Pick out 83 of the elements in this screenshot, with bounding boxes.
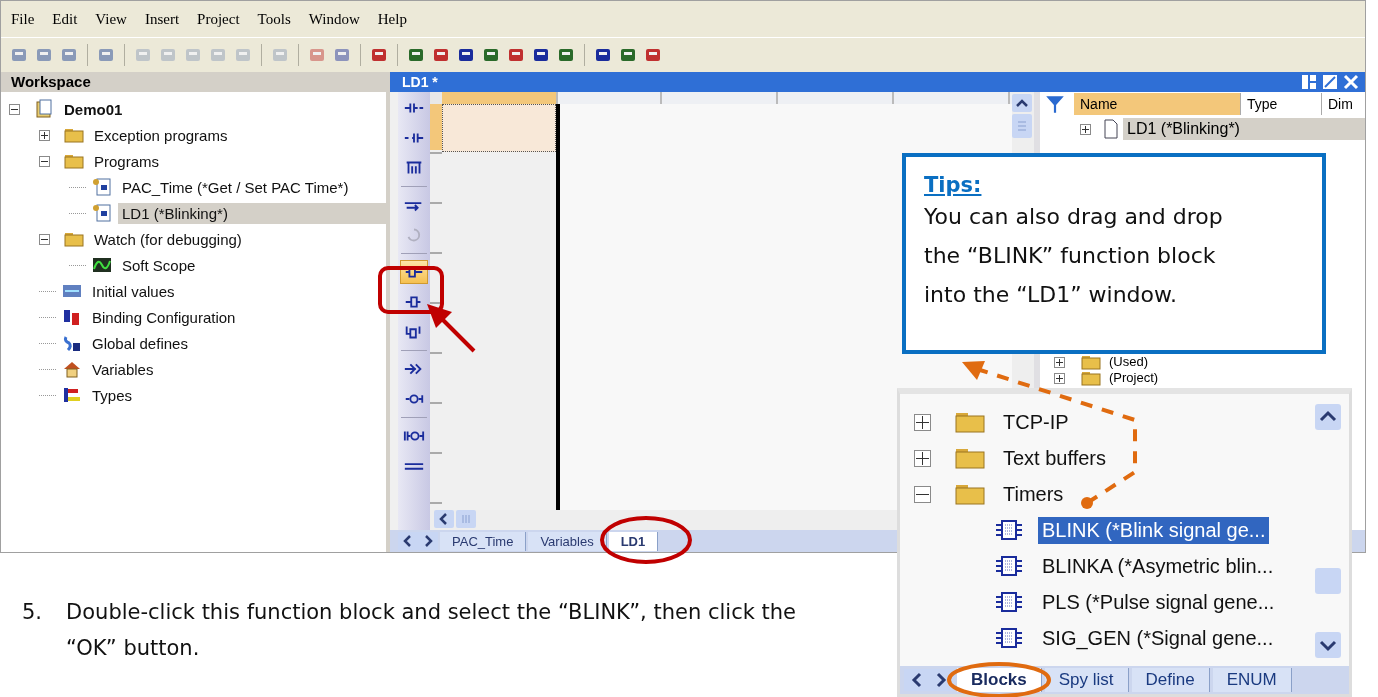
expander-icon[interactable] [1080,123,1091,135]
scroll-down-icon[interactable] [1315,632,1341,658]
expander-icon[interactable] [914,449,931,467]
expander-icon[interactable] [39,233,50,245]
tree-item[interactable]: LD1 (*Blinking*) [118,202,386,224]
tree-item[interactable]: Demo01 [60,98,127,120]
tree-item[interactable]: Programs [90,150,164,172]
menu-item[interactable]: Tools [257,10,291,28]
step-number: 5. [22,599,43,626]
pointer-arrow [427,304,476,353]
expander-icon[interactable] [1054,356,1065,368]
chip-icon [994,519,1024,541]
folder-icon [955,446,985,470]
window-title: LD1 * [402,74,438,90]
highlight-frame [378,266,444,314]
selected-cell[interactable] [442,104,556,152]
expander-icon[interactable] [39,155,50,167]
library-item[interactable]: PLS (*Pulse signal gene... [1038,588,1279,616]
scroll-thumb-icon[interactable] [1315,568,1341,594]
column-header[interactable]: Name [1074,93,1241,115]
library-item[interactable]: BLINK (*Blink signal ge... [1038,516,1270,544]
menu-item[interactable]: View [95,10,127,28]
library-item[interactable]: TCP-IP [999,408,1073,436]
scroll-left-icon[interactable] [434,510,454,528]
chip-icon [994,555,1024,577]
tips-heading: Tips: [924,173,982,197]
menu-item[interactable]: File [11,10,35,28]
document-icon [1103,119,1119,139]
library-tab[interactable]: Define [1131,668,1210,692]
library-item[interactable]: Timers [999,480,1068,508]
tree-item[interactable]: (Used) [1109,354,1148,370]
step-instruction: Double-click this function block and select the “BLINK”, then click the “OK” button. [66,599,797,662]
expander-icon[interactable] [1054,372,1065,384]
chip-icon [994,627,1024,649]
menu-item[interactable]: Edit [52,10,78,28]
tab-scroll-arrows-icon[interactable] [904,669,954,691]
panel-title: Workspace [1,72,386,92]
library-item[interactable]: BLINKA (*Asymetric blin... [1038,552,1278,580]
expander-icon[interactable] [914,485,931,503]
tips-text: You can also drag and drop the “BLINK” function block into the “LD1” window. [924,203,1224,309]
menu-item[interactable]: Project [197,10,240,28]
tab-scroll-arrows-icon[interactable] [398,532,438,550]
editor-tab[interactable]: Variables [528,531,607,551]
library-tab[interactable]: Spy list [1044,668,1129,692]
program-file-icon [92,177,112,197]
folder-icon [955,482,985,506]
variable-row[interactable]: LD1 (*Blinking*) [1123,118,1365,140]
scroll-thumb-icon[interactable] [1012,114,1032,138]
close-icon[interactable] [1343,74,1359,90]
expander-icon[interactable] [9,103,20,115]
tree-item[interactable]: PAC_Time (*Get / Set PAC Time*) [118,176,353,198]
tree-item[interactable]: Exception programs [90,124,232,146]
tree-item[interactable]: Global defines [88,332,192,354]
waveform-icon [92,255,112,275]
column-header[interactable]: Type [1241,93,1322,115]
tree-item[interactable]: Variables [88,358,158,380]
editor-tab[interactable]: PAC_Time [440,531,527,551]
tree-item[interactable]: (Project) [1109,370,1159,386]
folder-icon [955,410,985,434]
tile-icon[interactable] [1301,74,1317,90]
editor-tab[interactable]: LD1 [608,531,659,551]
project-icon [34,99,54,119]
library-tab[interactable]: Blocks [957,668,1042,692]
library-item[interactable]: Text buffers [999,444,1111,472]
tree-item[interactable]: Watch (for debugging) [90,228,246,250]
library-tab[interactable]: ENUM [1212,668,1292,692]
tree-item[interactable]: Types [88,384,137,406]
program-file-icon [92,203,112,223]
library-item[interactable]: SIG_GEN (*Signal gene... [1038,624,1278,652]
tree-item[interactable]: Binding Configuration [88,306,240,328]
expander-icon[interactable] [914,413,931,431]
scroll-thumb-icon[interactable] [456,510,476,528]
chip-icon [994,591,1024,613]
tree-item[interactable]: Soft Scope [118,254,200,276]
tree-item[interactable]: Initial values [88,280,179,302]
menu-item[interactable]: Help [377,10,407,28]
menu-item[interactable]: Insert [144,10,180,28]
scroll-up-icon[interactable] [1315,404,1341,430]
menu-item[interactable]: Window [308,10,360,28]
scroll-up-icon[interactable] [1012,94,1032,112]
expander-icon[interactable] [39,129,50,141]
column-header[interactable]: Dim [1322,93,1365,115]
restore-icon[interactable] [1322,74,1338,90]
